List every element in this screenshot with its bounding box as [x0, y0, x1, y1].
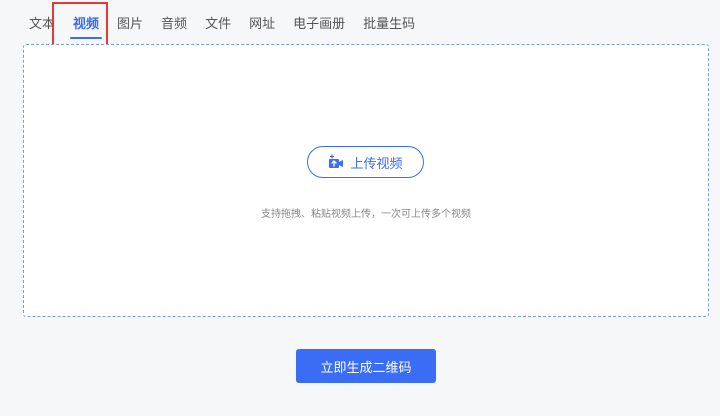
video-upload-icon — [328, 154, 344, 170]
tab-audio[interactable]: 音频 — [152, 8, 196, 42]
generate-qr-button[interactable]: 立即生成二维码 — [296, 349, 436, 383]
video-upload-dropzone[interactable]: 上传视频 支持拖拽、粘贴视频上传，一次可上传多个视频 — [23, 44, 709, 317]
qr-generator-page: 文本 视频 图片 音频 文件 网址 电子画册 批量生码 上传视频 支持拖拽、粘贴… — [0, 0, 720, 416]
upload-hint-text: 支持拖拽、粘贴视频上传，一次可上传多个视频 — [261, 209, 471, 220]
tab-image[interactable]: 图片 — [108, 8, 152, 42]
tab-text[interactable]: 文本 — [20, 8, 64, 42]
tab-file[interactable]: 文件 — [196, 8, 240, 42]
tab-video[interactable]: 视频 — [64, 8, 108, 42]
tab-batch-generate[interactable]: 批量生码 — [354, 8, 424, 42]
tab-url[interactable]: 网址 — [240, 8, 284, 42]
tab-ebook[interactable]: 电子画册 — [284, 8, 354, 42]
upload-video-button-label: 上传视频 — [350, 156, 403, 172]
content-type-tabs: 文本 视频 图片 音频 文件 网址 电子画册 批量生码 — [20, 8, 424, 42]
upload-video-button[interactable]: 上传视频 — [307, 146, 424, 178]
